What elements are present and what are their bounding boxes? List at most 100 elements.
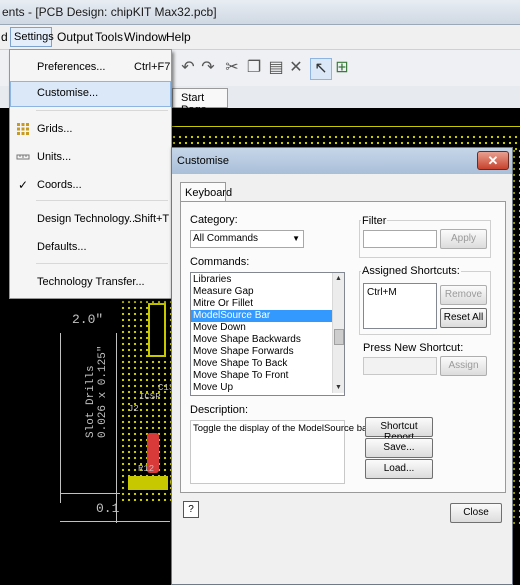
commands-label: Commands: xyxy=(190,256,250,268)
menu-separator xyxy=(36,200,168,201)
load-button-label: Load... xyxy=(383,463,415,474)
grid-icon xyxy=(16,122,30,136)
window-title-bar: ents - [PCB Design: chipKIT Max32.pcb] xyxy=(0,0,520,25)
pcb-ref-label: J2 xyxy=(128,404,139,414)
close-button[interactable]: Close xyxy=(450,503,502,523)
menu-output[interactable]: Output xyxy=(57,30,93,44)
new-shortcut-input[interactable] xyxy=(363,357,437,375)
cut-icon[interactable]: ✂ xyxy=(222,58,242,78)
list-item[interactable]: Libraries xyxy=(191,274,332,286)
description-text: Toggle the display of the ModelSource ba… xyxy=(193,423,371,434)
apply-button[interactable]: Apply xyxy=(440,229,487,249)
scroll-down-icon[interactable]: ▼ xyxy=(333,382,344,393)
description-label: Description: xyxy=(190,404,249,416)
scroll-thumb[interactable] xyxy=(334,329,344,345)
tab-start-page[interactable]: Start Page xyxy=(172,88,228,116)
list-item[interactable]: Move Down xyxy=(191,322,332,334)
save-button-label: Save... xyxy=(383,442,415,453)
customise-dialog: Customise ✕ Keyboard Category: All Comma… xyxy=(171,147,513,585)
tab-keyboard[interactable]: Keyboard xyxy=(180,182,232,203)
help-icon[interactable]: ? xyxy=(183,501,199,518)
menu-item-label: Customise... xyxy=(37,87,99,99)
list-item[interactable]: Move Shape Forwards xyxy=(191,346,332,358)
menu-item-defaults[interactable]: Defaults... xyxy=(10,235,171,259)
shortcut-report-button[interactable]: Shortcut Report xyxy=(365,417,433,443)
close-button-label: Close xyxy=(463,507,489,518)
remove-button[interactable]: Remove xyxy=(440,285,487,305)
load-button[interactable]: Load... xyxy=(365,459,433,479)
save-button[interactable]: Save... xyxy=(365,438,433,458)
dialog-title-bar: Customise ✕ xyxy=(172,148,512,174)
menu-bar: d Settings Output Tools Window Help xyxy=(0,25,520,50)
list-item[interactable]: Move Shape To Back xyxy=(191,358,332,370)
menu-item-technology-transfer[interactable]: Technology Transfer... xyxy=(10,270,171,294)
component-select-icon[interactable]: ⊞ xyxy=(332,58,352,78)
commands-scrollbar[interactable]: ▲ ▼ xyxy=(332,273,344,393)
category-select[interactable]: All Commands ▼ xyxy=(190,230,304,248)
redo-icon[interactable]: ↷ xyxy=(198,58,218,78)
menu-item-grids[interactable]: Grids... xyxy=(10,117,171,141)
menu-file-partial[interactable]: d xyxy=(1,30,8,44)
list-item-selected[interactable]: ModelSource Bar xyxy=(191,310,332,322)
pcb-dimension-label: 2.0" xyxy=(72,312,104,327)
pcb-ref-label: ICSP xyxy=(139,392,161,402)
list-item[interactable]: Move Up xyxy=(191,382,332,394)
menu-settings[interactable]: Settings xyxy=(10,27,54,47)
commands-list[interactable]: Libraries Measure Gap Mitre Or Fillet Mo… xyxy=(190,272,345,396)
list-item[interactable]: Move Shape Backwards xyxy=(191,334,332,346)
filter-input[interactable] xyxy=(363,230,437,248)
units-icon xyxy=(16,150,30,164)
menu-item-units[interactable]: Units... xyxy=(10,145,171,169)
menu-item-label: Defaults... xyxy=(37,241,87,253)
menu-item-label: Technology Transfer... xyxy=(37,276,145,288)
checkmark-icon: ✓ xyxy=(17,178,29,192)
menu-item-label: Preferences... xyxy=(37,61,106,73)
menu-item-label: Grids... xyxy=(37,123,73,135)
pcb-drill-label: Slot Drills xyxy=(85,365,97,438)
dimension-line xyxy=(60,521,170,522)
assign-button[interactable]: Assign xyxy=(440,356,487,376)
connector-footprint xyxy=(148,303,166,357)
reset-all-button[interactable]: Reset All xyxy=(440,308,487,328)
dimension-line xyxy=(60,333,61,503)
chevron-down-icon: ▼ xyxy=(292,234,300,243)
menu-item-customise[interactable]: Customise... xyxy=(10,81,171,107)
list-item[interactable]: Ctrl+M xyxy=(367,287,397,298)
list-item[interactable]: Mitre Or Fillet xyxy=(191,298,332,310)
paste-icon[interactable]: ▤ xyxy=(266,58,286,78)
menu-separator xyxy=(36,110,168,111)
category-label: Category: xyxy=(190,214,238,226)
scroll-up-icon[interactable]: ▲ xyxy=(333,273,344,284)
assign-button-label: Assign xyxy=(448,360,479,371)
undo-icon[interactable]: ↶ xyxy=(178,58,198,78)
assigned-shortcuts-label: Assigned Shortcuts: xyxy=(361,265,461,277)
menu-item-design-technology[interactable]: Design Technology... Shift+T xyxy=(10,207,171,231)
reset-all-button-label: Reset All xyxy=(443,312,484,323)
menu-window[interactable]: Window xyxy=(124,30,167,44)
dialog-title: Customise xyxy=(177,155,229,167)
delete-icon[interactable]: ✕ xyxy=(286,58,306,78)
dimension-line xyxy=(60,493,120,494)
close-icon[interactable]: ✕ xyxy=(477,151,509,170)
list-item[interactable]: Move Shape To Front xyxy=(191,370,332,382)
category-select-value: All Commands xyxy=(193,233,259,244)
assigned-shortcuts-list[interactable]: Ctrl+M xyxy=(363,283,437,329)
select-pointer-icon[interactable]: ↖ xyxy=(310,58,332,80)
remove-button-label: Remove xyxy=(444,289,483,300)
menu-tools[interactable]: Tools xyxy=(95,30,123,44)
board-outline xyxy=(128,126,520,127)
menu-separator xyxy=(36,263,168,264)
apply-button-label: Apply xyxy=(450,233,476,244)
copy-icon[interactable]: ❐ xyxy=(244,58,264,78)
menu-item-coords[interactable]: ✓ Coords... xyxy=(10,173,171,197)
menu-item-label: Design Technology... xyxy=(37,213,139,225)
description-box: Toggle the display of the ModelSource ba… xyxy=(190,420,370,484)
list-item[interactable]: Measure Gap xyxy=(191,286,332,298)
pcb-ref-label: R12 xyxy=(138,464,155,474)
menu-item-preferences[interactable]: Preferences... Ctrl+F7 xyxy=(10,55,171,79)
menu-help[interactable]: Help xyxy=(166,30,191,44)
press-new-shortcut-label: Press New Shortcut: xyxy=(363,342,464,354)
menu-settings-label: Settings xyxy=(14,31,54,43)
menu-item-label: Coords... xyxy=(37,179,82,191)
dimension-line xyxy=(116,333,117,523)
